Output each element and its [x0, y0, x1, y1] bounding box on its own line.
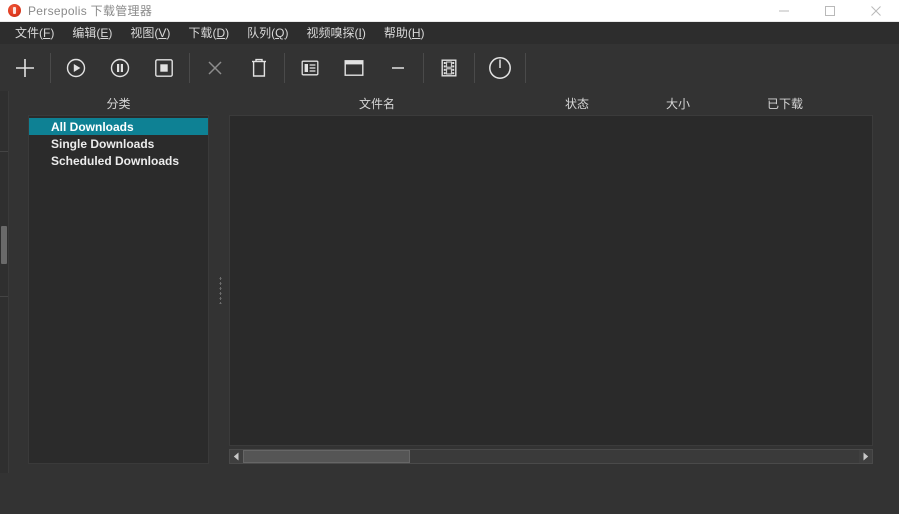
persepolis-logo-icon: [8, 4, 21, 17]
menu-file-label: 文件: [15, 26, 40, 40]
menu-bar: 文件(F) 编辑(E) 视图(V) 下载(D) 队列(Q) 视频嗅探(I) 帮助…: [0, 22, 899, 44]
title-bar: Persepolis 下载管理器: [0, 0, 899, 22]
pause-download-button[interactable]: [98, 46, 142, 90]
left-edge-scrollbar-thumb[interactable]: [1, 226, 7, 264]
sidebar-item-label: Scheduled Downloads: [51, 153, 180, 168]
menu-view-mnemonic: V: [158, 26, 167, 40]
toolbar-separator-3: [284, 52, 285, 83]
delete-download-button[interactable]: [237, 46, 281, 90]
sidebar-item-scheduled-downloads[interactable]: Scheduled Downloads: [29, 152, 208, 169]
scroll-tick: [0, 296, 8, 297]
minimize-to-tray-button[interactable]: [376, 46, 420, 90]
menu-help-mnemonic: H: [411, 26, 421, 40]
properties-button[interactable]: [288, 46, 332, 90]
category-list: All Downloads Single Downloads Scheduled…: [29, 116, 208, 169]
window-controls: [761, 0, 899, 22]
menu-view[interactable]: 视图(V): [121, 24, 179, 42]
stop-download-button[interactable]: [142, 46, 186, 90]
menu-edit-mnemonic: E: [100, 26, 109, 40]
menu-video-finder-label: 视频嗅探: [306, 26, 355, 40]
menu-edit-label: 编辑: [72, 26, 97, 40]
download-list-header: 文件名 状态 大小 已下载: [229, 91, 873, 115]
menu-view-label: 视图: [130, 26, 155, 40]
scroll-left-arrow-icon[interactable]: [230, 450, 243, 463]
menu-help-label: 帮助: [383, 26, 408, 40]
menu-file-mnemonic: F: [43, 26, 51, 40]
content-area: 分类 All Downloads Single Downloads Schedu…: [0, 91, 899, 514]
add-download-button[interactable]: [3, 46, 47, 90]
toolbar-separator-2: [189, 52, 190, 83]
menu-video-finder-mnemonic: I: [358, 26, 362, 40]
panel-splitter[interactable]: [214, 115, 226, 464]
menu-queue-label: 队列: [247, 26, 272, 40]
resume-download-button[interactable]: [54, 46, 98, 90]
toolbar-separator-5: [474, 52, 475, 83]
column-header-downloaded[interactable]: 已下载: [767, 95, 803, 112]
close-button[interactable]: [853, 0, 899, 22]
sidebar-item-label: All Downloads: [51, 119, 134, 134]
maximize-button[interactable]: [807, 0, 853, 22]
hscrollbar-track[interactable]: [243, 450, 859, 463]
status-bar: [0, 473, 899, 514]
menu-help[interactable]: 帮助(H): [375, 24, 434, 42]
window-view-button[interactable]: [332, 46, 376, 90]
toolbar-separator-1: [50, 52, 51, 83]
menu-download-mnemonic: D: [216, 26, 226, 40]
sidebar-item-single-downloads[interactable]: Single Downloads: [29, 135, 208, 152]
persepolis-window: Persepolis 下载管理器 文件(F) 编辑(E) 视图(V) 下载(D)…: [0, 0, 899, 514]
window-title: Persepolis 下载管理器: [28, 4, 153, 18]
column-header-size[interactable]: 大小: [666, 95, 690, 112]
scroll-tick: [0, 151, 8, 152]
main-toolbar: [0, 44, 899, 91]
menu-queue[interactable]: 队列(Q): [238, 24, 297, 42]
sidebar-item-label: Single Downloads: [51, 136, 155, 151]
menu-download[interactable]: 下载(D): [179, 24, 238, 42]
toolbar-separator-4: [423, 52, 424, 83]
power-shutdown-button[interactable]: [478, 46, 522, 90]
column-header-filename[interactable]: 文件名: [359, 95, 395, 112]
left-edge-scrollbar[interactable]: [0, 91, 9, 491]
scroll-right-arrow-icon[interactable]: [859, 450, 872, 463]
category-sidebar: All Downloads Single Downloads Scheduled…: [28, 115, 209, 464]
menu-queue-mnemonic: Q: [275, 26, 285, 40]
column-header-status[interactable]: 状态: [565, 95, 589, 112]
sidebar-item-all-downloads[interactable]: All Downloads: [29, 118, 208, 135]
sidebar-header-label: 分类: [106, 96, 131, 111]
menu-file[interactable]: 文件(F): [6, 24, 63, 42]
splitter-grip-icon: [218, 275, 222, 304]
cancel-download-button[interactable]: [193, 46, 237, 90]
toolbar-separator-6: [525, 52, 526, 83]
video-finder-button[interactable]: [427, 46, 471, 90]
menu-video-finder[interactable]: 视频嗅探(I): [297, 24, 374, 42]
sidebar-header: 分类: [28, 91, 209, 115]
hscrollbar-thumb[interactable]: [243, 450, 410, 463]
download-list[interactable]: [229, 115, 873, 446]
menu-edit[interactable]: 编辑(E): [63, 24, 121, 42]
minimize-button[interactable]: [761, 0, 807, 22]
menu-download-label: 下载: [188, 26, 213, 40]
download-list-hscrollbar[interactable]: [229, 449, 873, 464]
